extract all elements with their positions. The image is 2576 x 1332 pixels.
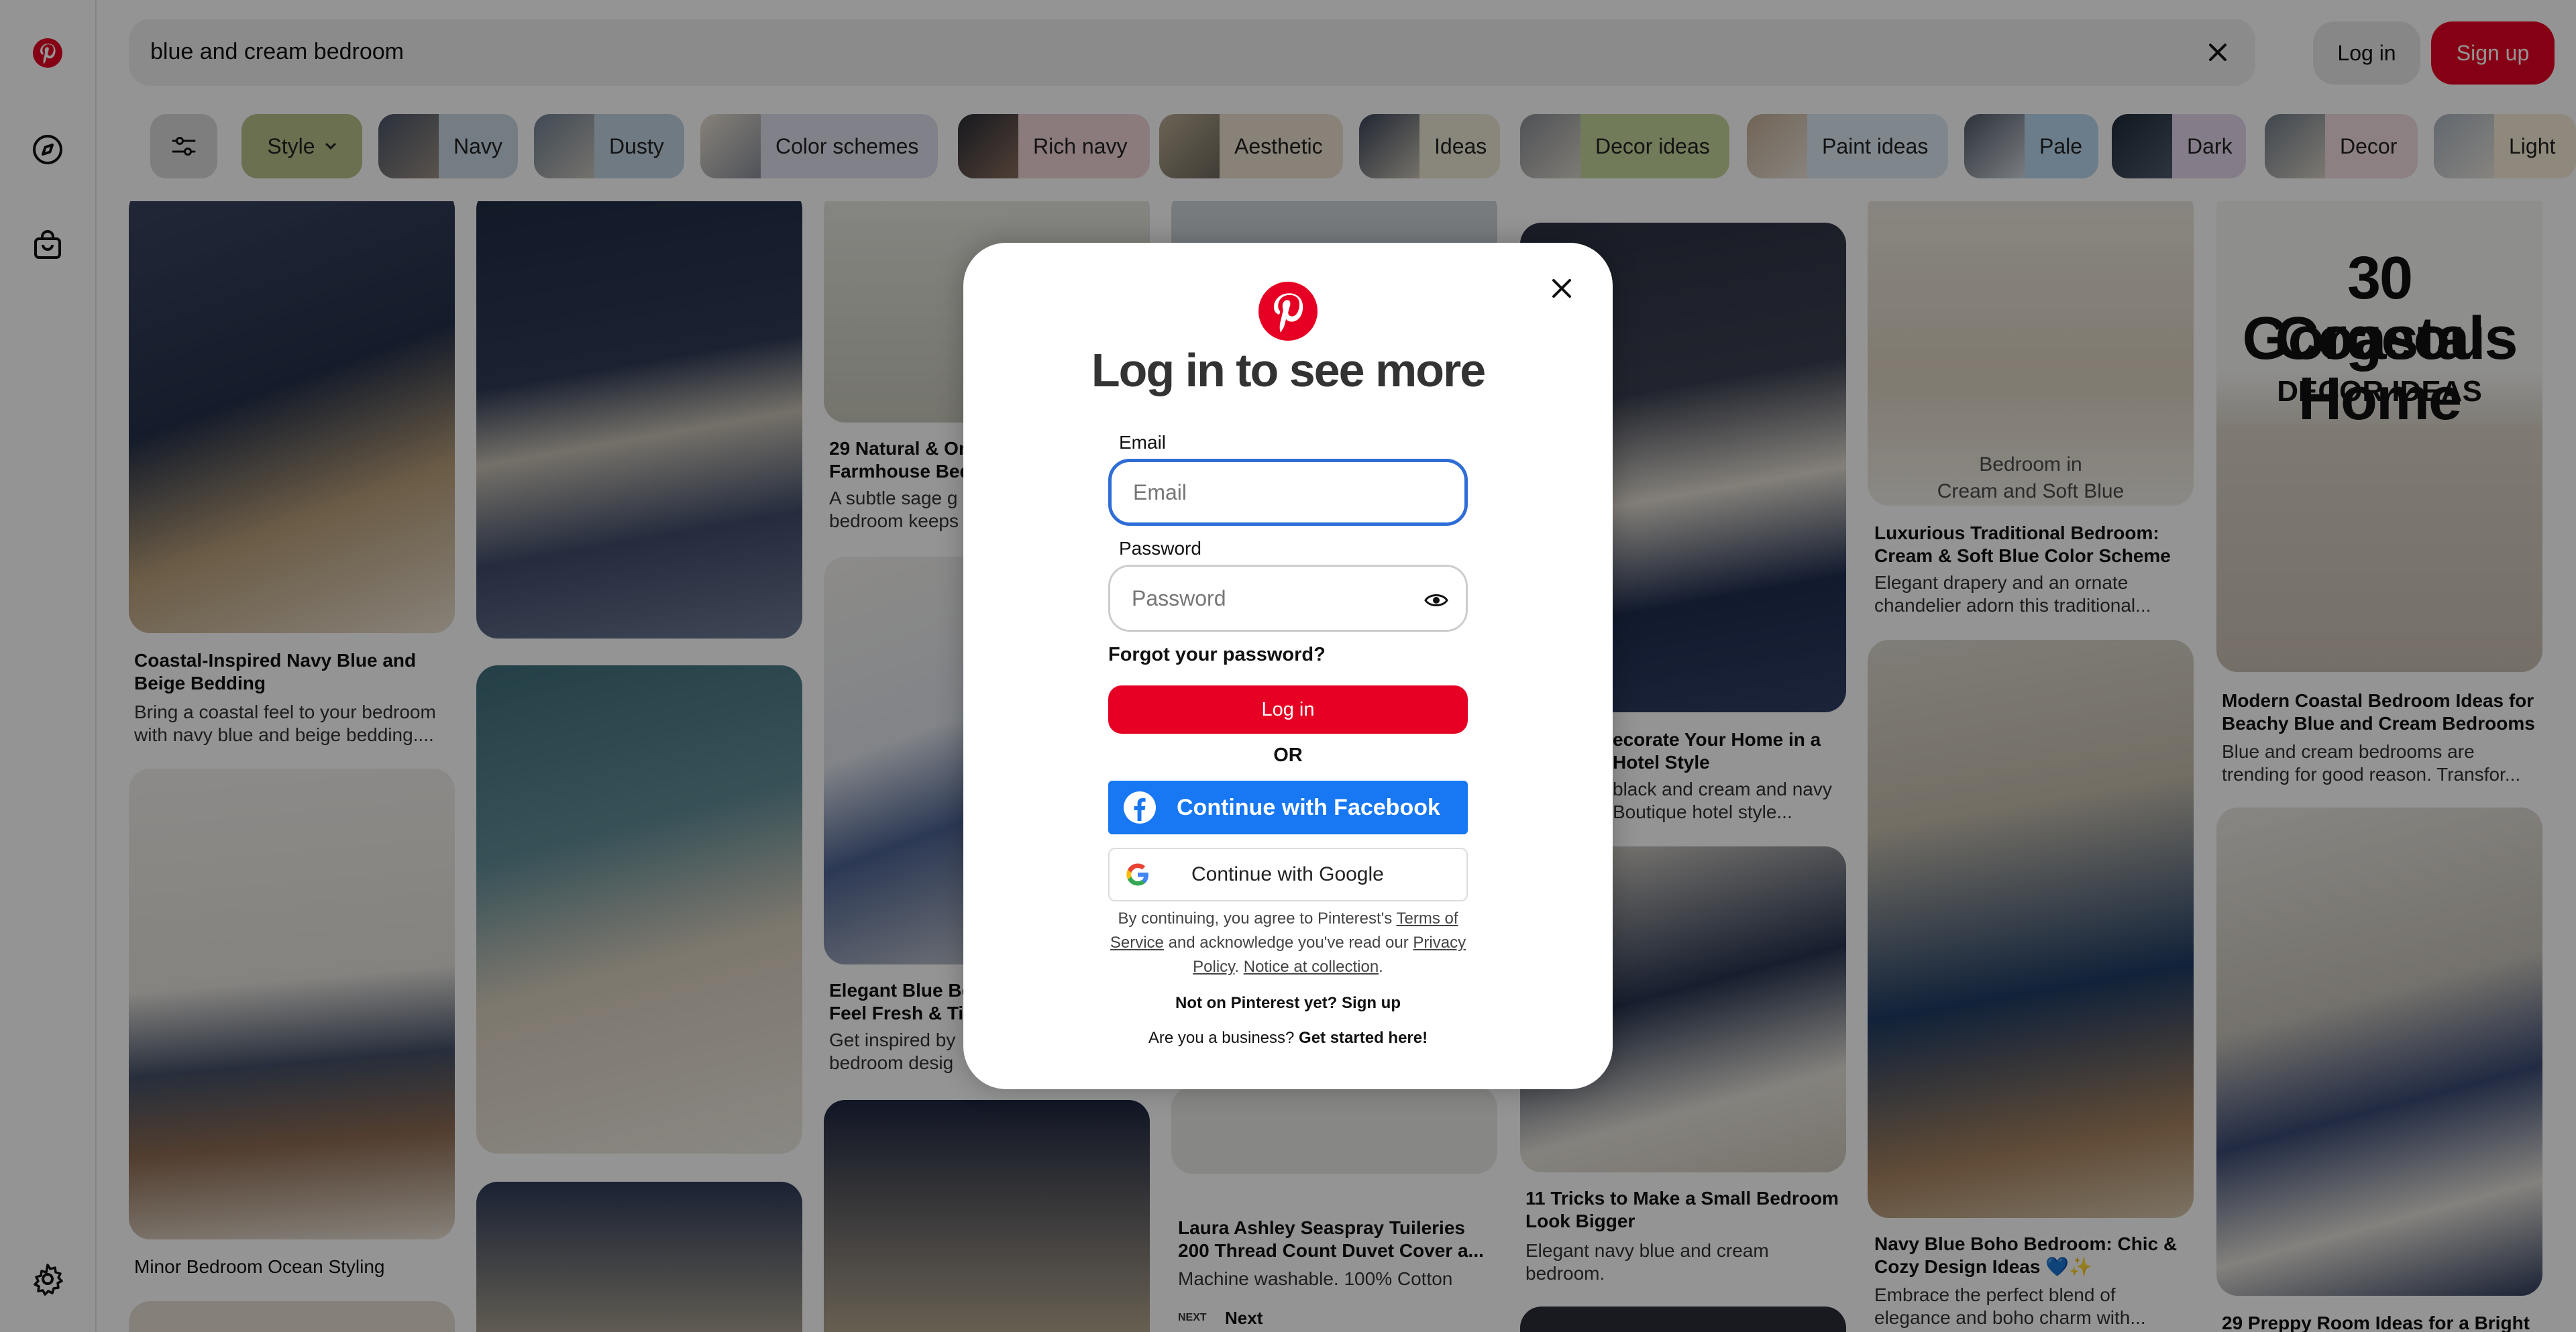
- legal-prefix: By continuing, you agree to Pinterest's: [1118, 909, 1393, 928]
- continue-with-google-button[interactable]: Continue with Google: [1108, 848, 1468, 901]
- legal-middle: and acknowledge you've read our: [1168, 934, 1409, 952]
- facebook-icon: [1124, 791, 1156, 824]
- forgot-password-link[interactable]: Forgot your password?: [1108, 644, 1326, 666]
- continue-with-facebook-button[interactable]: Continue with Facebook: [1108, 781, 1468, 834]
- notice-at-collection-link[interactable]: Notice at collection: [1244, 958, 1379, 976]
- password-placeholder: Password: [1132, 586, 1226, 610]
- modal-title: Log in to see more: [1091, 344, 1486, 396]
- pinterest-logo-icon: [1258, 282, 1318, 341]
- password-label: Password: [1119, 538, 1201, 559]
- business-prompt: Are you a business? Get started here!: [963, 1029, 1613, 1048]
- email-placeholder: Email: [1133, 480, 1187, 504]
- business-prefix: Are you a business?: [1148, 1029, 1295, 1047]
- login-modal: Log in to see more Email Email Password …: [963, 243, 1613, 1089]
- email-label: Email: [1119, 432, 1167, 453]
- modal-login-button[interactable]: Log in: [1108, 685, 1468, 734]
- close-icon[interactable]: [1543, 270, 1580, 307]
- business-get-started-link[interactable]: Get started here!: [1299, 1029, 1428, 1047]
- google-icon: [1126, 863, 1148, 886]
- signup-link[interactable]: Not on Pinterest yet? Sign up: [963, 994, 1613, 1013]
- or-divider: OR: [1273, 744, 1303, 766]
- facebook-button-label: Continue with Facebook: [1177, 794, 1440, 820]
- email-field[interactable]: Email: [1108, 459, 1468, 526]
- password-field[interactable]: Password: [1108, 565, 1468, 632]
- eye-icon[interactable]: [1423, 587, 1450, 614]
- legal-text: By continuing, you agree to Pinterest's …: [1110, 909, 1466, 976]
- google-button-label: Continue with Google: [1191, 863, 1384, 885]
